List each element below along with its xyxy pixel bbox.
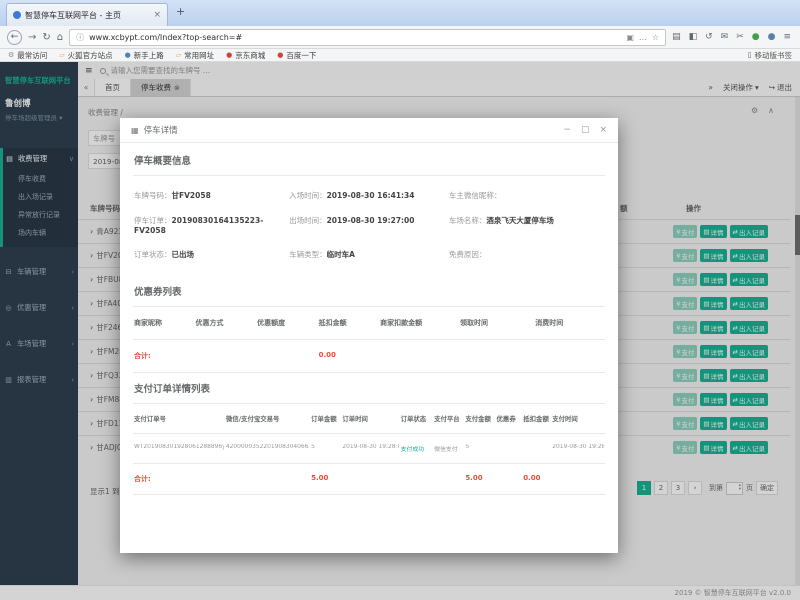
new-tab-button[interactable]: +: [176, 5, 185, 18]
payment-txn-no: 4200000352201908304066595073: [226, 444, 309, 453]
modal-title: 停车详情: [144, 124, 178, 136]
payment-total-label: 合计:: [134, 474, 224, 484]
minimize-icon[interactable]: −: [563, 125, 571, 135]
payment-total-row: 合计: 5.00 5.00 0.00: [133, 463, 605, 495]
bookmark-most-visited[interactable]: ⚙最常访问: [8, 50, 47, 61]
close-icon[interactable]: ×: [599, 125, 607, 135]
summary-field: 订单状态：已出场: [134, 249, 289, 260]
payment-coupon: [497, 444, 522, 453]
app-window: 智慧停车互联网平台 鲁创博 停车场超级管理员 ▾ ▤ 收费管理 ∨ 停车收费 出…: [0, 62, 800, 600]
payment-paid-amount: 5: [465, 444, 494, 453]
payment-total-deduct: 0.00: [523, 474, 550, 484]
summary-section-title: 停车概要信息: [133, 145, 605, 176]
payment-table-header: 支付订单号微信/支付宝交易号 订单金额订单时间 订单状态支付平台 支付金额优惠券…: [133, 404, 605, 433]
bookmark-jd[interactable]: ●京东商城: [226, 50, 265, 61]
summary-field: 车场名称：酒泉飞天大厦停车场: [449, 215, 604, 235]
forward-button[interactable]: →: [28, 32, 36, 43]
payment-status: 支付成功: [401, 444, 432, 453]
maximize-icon[interactable]: ▢: [581, 125, 590, 135]
page-more-icon[interactable]: …: [639, 33, 647, 42]
payment-platform: 微信支付: [434, 444, 463, 453]
payment-order-time: 2019-08-30 19:28:06: [342, 444, 398, 453]
reload-button[interactable]: ↻: [42, 32, 50, 43]
sync-icon[interactable]: ↺: [705, 32, 713, 42]
url-bar[interactable]: ⓘ www.xcbypt.com/Index?top-search=# ▣ … …: [69, 29, 666, 46]
site-dot-icon: ●: [277, 51, 283, 59]
summary-field: 车主微信昵称：: [449, 190, 604, 201]
payment-section-title: 支付订单详情列表: [133, 373, 605, 404]
payment-row: WT201908301928061288896yb9na5ej 42000003…: [133, 433, 605, 463]
site-dot-icon: ●: [125, 51, 131, 59]
summary-field: 入场时间：2019-08-30 16:41:34: [289, 190, 449, 201]
sidebars-icon[interactable]: ◧: [689, 32, 698, 42]
bookmark-baidu[interactable]: ●百度一下: [277, 50, 316, 61]
parking-detail-modal: ▦ 停车详情 − ▢ × 停车概要信息 车牌号码：甘FV2058 入场时间：20…: [120, 118, 618, 553]
mobile-bookmarks[interactable]: ▯移动版书签: [748, 50, 792, 61]
coupon-total-row: 合计: 0.00: [133, 339, 605, 373]
page-action-icon[interactable]: ▣: [626, 33, 634, 42]
payment-total-amount: 5.00: [311, 474, 340, 484]
payment-total-paid: 5.00: [465, 474, 494, 484]
favicon-icon: [13, 11, 21, 19]
detail-grid-icon: ▦: [131, 126, 139, 135]
browser-titlebar: 智慧停车互联网平台 - 主页 × +: [0, 0, 800, 26]
message-icon[interactable]: ✉: [721, 32, 729, 42]
back-button[interactable]: ←: [7, 30, 22, 45]
addon-green-icon[interactable]: ●: [752, 32, 760, 42]
folder-icon: ▱: [59, 51, 64, 59]
payment-order-amount: 5: [311, 444, 340, 453]
folder-icon: ▱: [176, 51, 181, 59]
bookmark-common-sites-folder[interactable]: ▱常用网址: [176, 50, 214, 61]
phone-icon: ▯: [748, 51, 752, 59]
bookmark-star-icon[interactable]: ☆: [652, 33, 659, 42]
library-icon[interactable]: ▤: [672, 32, 681, 42]
modal-controls: − ▢ ×: [563, 125, 607, 135]
gear-icon: ⚙: [8, 51, 14, 59]
browser-navbar: ← → ↻ ⌂ ⓘ www.xcbypt.com/Index?top-searc…: [0, 26, 800, 49]
app-menu-icon[interactable]: ≡: [783, 32, 791, 42]
payment-order-no: WT201908301928061288896yb9na5ej: [134, 444, 224, 453]
summary-field: 车牌号码：甘FV2058: [134, 190, 289, 201]
site-info-icon[interactable]: ⓘ: [76, 32, 84, 43]
coupon-table-header: 商家昵称优惠方式 优惠额度抵扣金额 商家扣款金额领取时间 消费时间: [133, 307, 605, 339]
site-dot-icon: ●: [226, 51, 232, 59]
modal-header: ▦ 停车详情 − ▢ ×: [120, 118, 618, 143]
url-text[interactable]: www.xcbypt.com/Index?top-search=#: [89, 33, 621, 42]
summary-field: 出场时间：2019-08-30 19:27:00: [289, 215, 449, 235]
payment-deduct: [523, 444, 550, 453]
tab-close-icon[interactable]: ×: [153, 10, 161, 20]
coupon-section-title: 优惠券列表: [133, 276, 605, 307]
addon-blue-icon[interactable]: ●: [768, 32, 776, 42]
screenshot-icon[interactable]: ✂: [736, 32, 744, 42]
coupon-total-label: 合计:: [134, 351, 194, 361]
bookmarks-bar: ⚙最常访问 ▱火狐官方站点 ●新手上路 ▱常用网址 ●京东商城 ●百度一下 ▯移…: [0, 49, 800, 62]
screen: 智慧停车互联网平台 - 主页 × + ← → ↻ ⌂ ⓘ www.xcbypt.…: [0, 0, 800, 600]
bookmark-getting-started[interactable]: ●新手上路: [125, 50, 164, 61]
summary-grid: 车牌号码：甘FV2058 入场时间：2019-08-30 16:41:34 车主…: [133, 176, 605, 276]
browser-tab-title: 智慧停车互联网平台 - 主页: [25, 10, 149, 21]
home-button[interactable]: ⌂: [57, 32, 63, 43]
modal-body: 停车概要信息 车牌号码：甘FV2058 入场时间：2019-08-30 16:4…: [120, 143, 618, 495]
browser-tab[interactable]: 智慧停车互联网平台 - 主页 ×: [6, 3, 168, 26]
bookmark-firefox-folder[interactable]: ▱火狐官方站点: [59, 50, 112, 61]
summary-field: 免费原因：: [449, 249, 604, 260]
summary-field: 停车订单：20190830164135223-FV2058: [134, 215, 289, 235]
payment-pay-time: 2019-08-30 19:28:12: [552, 444, 604, 453]
coupon-total-deduct: 0.00: [319, 351, 379, 361]
summary-field: 车辆类型：临时车A: [289, 249, 449, 260]
browser-toolbar-icons: ▤ ◧ ↺ ✉ ✂ ● ● ≡: [672, 32, 793, 42]
